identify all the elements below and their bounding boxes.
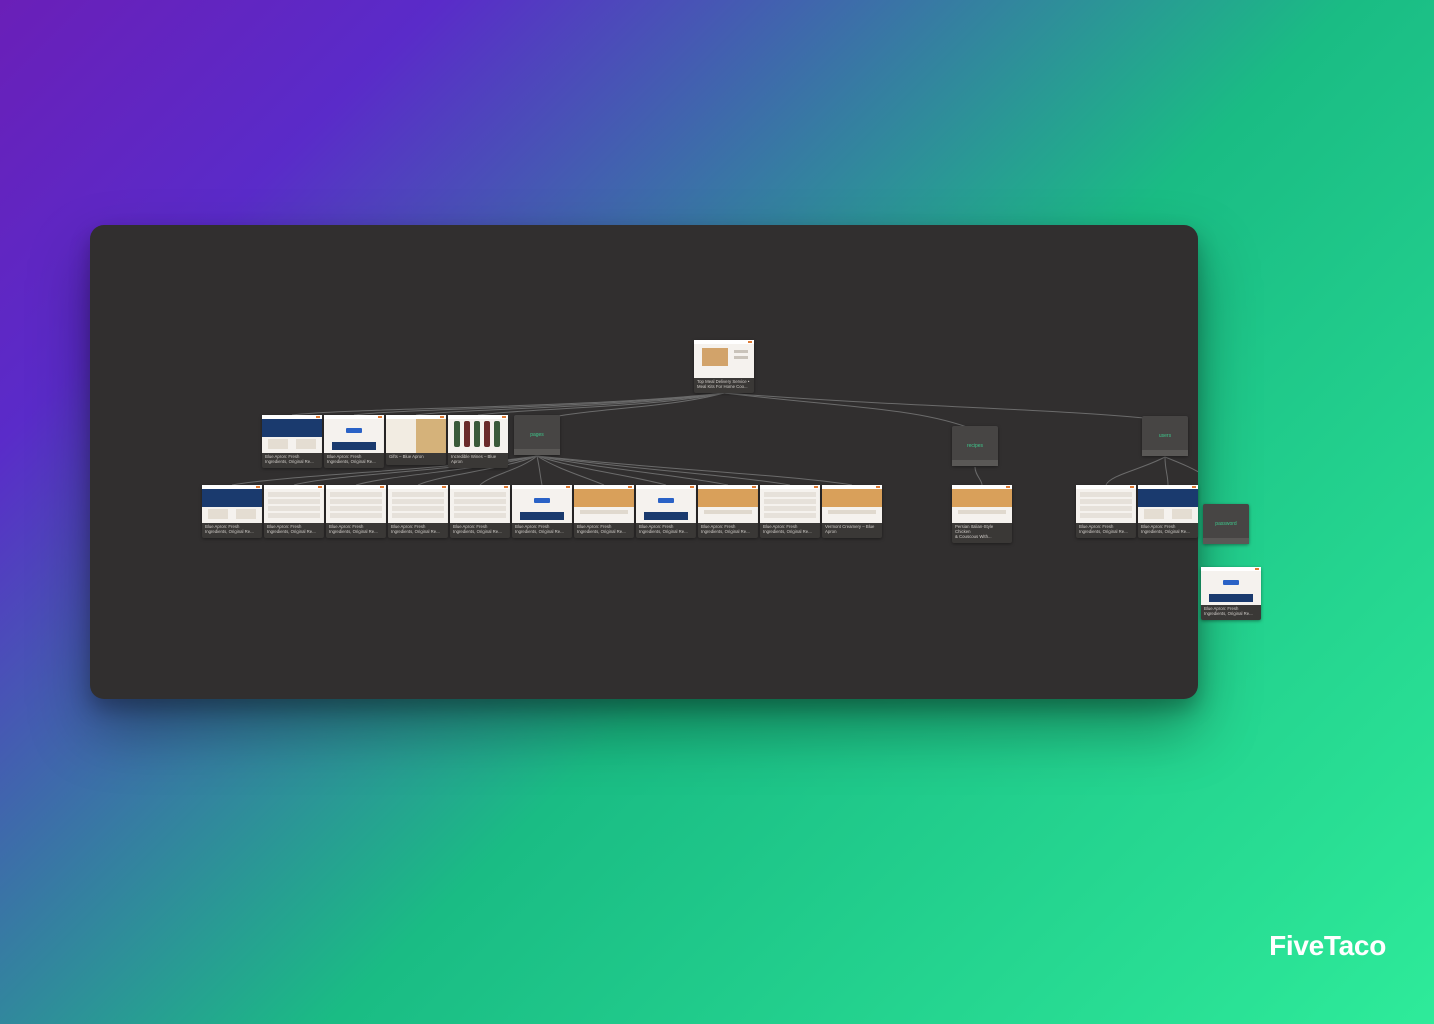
- sitemap-node[interactable]: Blue Apron: FreshIngredients, Original R…: [574, 485, 634, 538]
- node-subtitle: Ingredients, Original Re...: [1204, 612, 1258, 617]
- sitemap-node[interactable]: Blue Apron: FreshIngredients, Original R…: [1138, 485, 1198, 538]
- node-subtitle: Ingredients, Original Re...: [267, 530, 321, 535]
- node-thumbnail: [324, 415, 384, 453]
- node-thumbnail: [386, 415, 446, 453]
- node-subtitle: Ingredients, Original Re...: [577, 530, 631, 535]
- node-title: Gifts – Blue Apron: [389, 455, 443, 460]
- node-subtitle: Ingredients, Original Re...: [515, 530, 569, 535]
- sitemap-node[interactable]: Blue Apron: FreshIngredients, Original R…: [512, 485, 572, 538]
- sitemap-node[interactable]: Persian Italian-Style Chicken& Couscous …: [952, 485, 1012, 543]
- sitemap-node[interactable]: Vermont Creamery – BlueApron: [822, 485, 882, 538]
- folder-label: password: [1215, 521, 1236, 527]
- node-subtitle: Ingredients, Original Re...: [327, 460, 381, 465]
- sitemap-node[interactable]: Gifts – Blue Apron: [386, 415, 446, 465]
- brand-logo: FiveTaco: [1269, 930, 1386, 962]
- node-thumbnail: [388, 485, 448, 523]
- node-subtitle: Ingredients, Original Re...: [701, 530, 755, 535]
- node-subtitle: Apron: [825, 530, 879, 535]
- sitemap-node[interactable]: Blue Apron: FreshIngredients, Original R…: [324, 415, 384, 468]
- node-thumbnail: [262, 415, 322, 453]
- sitemap-node[interactable]: Blue Apron: FreshIngredients, Original R…: [698, 485, 758, 538]
- node-thumbnail: [698, 485, 758, 523]
- node-thumbnail: [760, 485, 820, 523]
- sitemap-node-root[interactable]: Top Meal Delivery Service • Meal Kits Fo…: [694, 340, 754, 393]
- connection-lines: [90, 225, 1198, 699]
- node-thumbnail: [448, 415, 508, 453]
- sitemap-node[interactable]: Blue Apron: FreshIngredients, Original R…: [388, 485, 448, 538]
- node-thumbnail: [822, 485, 882, 523]
- node-subtitle: Meal Kits For Home Coo...: [697, 385, 751, 390]
- folder-label: users: [1159, 433, 1171, 439]
- node-subtitle: Ingredients, Original Re...: [639, 530, 693, 535]
- sitemap-canvas[interactable]: Top Meal Delivery Service • Meal Kits Fo…: [90, 225, 1198, 699]
- sitemap-node[interactable]: Blue Apron: FreshIngredients, Original R…: [264, 485, 324, 538]
- node-thumbnail: [512, 485, 572, 523]
- sitemap-node[interactable]: Blue Apron: FreshIngredients, Original R…: [202, 485, 262, 538]
- node-thumbnail: [1201, 567, 1261, 605]
- node-thumbnail: [1076, 485, 1136, 523]
- node-title: Incredible Wines – Blue Apron: [451, 455, 505, 465]
- folder-pages[interactable]: pages: [514, 415, 560, 455]
- folder-users[interactable]: users: [1142, 416, 1188, 456]
- node-thumbnail: [450, 485, 510, 523]
- sitemap-node[interactable]: Blue Apron: FreshIngredients, Original R…: [1076, 485, 1136, 538]
- sitemap-node[interactable]: Blue Apron: FreshIngredients, Original R…: [262, 415, 322, 468]
- node-subtitle: & Couscous With...: [955, 535, 1009, 540]
- sitemap-node[interactable]: Incredible Wines – Blue Apron: [448, 415, 508, 468]
- node-subtitle: Ingredients, Original Re...: [453, 530, 507, 535]
- sitemap-node[interactable]: Blue Apron: FreshIngredients, Original R…: [1201, 567, 1261, 620]
- folder-label: pages: [530, 432, 544, 438]
- node-subtitle: Ingredients, Original Re...: [391, 530, 445, 535]
- node-thumbnail: [264, 485, 324, 523]
- sitemap-node[interactable]: Blue Apron: FreshIngredients, Original R…: [636, 485, 696, 538]
- node-thumbnail: [326, 485, 386, 523]
- node-thumbnail: [574, 485, 634, 523]
- node-subtitle: Ingredients, Original Re...: [1141, 530, 1195, 535]
- node-subtitle: Ingredients, Original Re...: [205, 530, 259, 535]
- sitemap-node[interactable]: Blue Apron: FreshIngredients, Original R…: [450, 485, 510, 538]
- node-thumbnail: [952, 485, 1012, 523]
- sitemap-node[interactable]: Blue Apron: FreshIngredients, Original R…: [326, 485, 386, 538]
- node-subtitle: Ingredients, Original Re...: [265, 460, 319, 465]
- node-thumbnail: [202, 485, 262, 523]
- node-subtitle: Ingredients, Original Re...: [329, 530, 383, 535]
- folder-label: recipes: [967, 443, 983, 449]
- folder-password[interactable]: password: [1203, 504, 1249, 544]
- node-subtitle: Ingredients, Original Re...: [763, 530, 817, 535]
- node-subtitle: Ingredients, Original Re...: [1079, 530, 1133, 535]
- node-thumbnail: [1138, 485, 1198, 523]
- sitemap-node[interactable]: Blue Apron: FreshIngredients, Original R…: [760, 485, 820, 538]
- folder-recipes[interactable]: recipes: [952, 426, 998, 466]
- node-thumbnail: [636, 485, 696, 523]
- node-thumbnail: [694, 340, 754, 378]
